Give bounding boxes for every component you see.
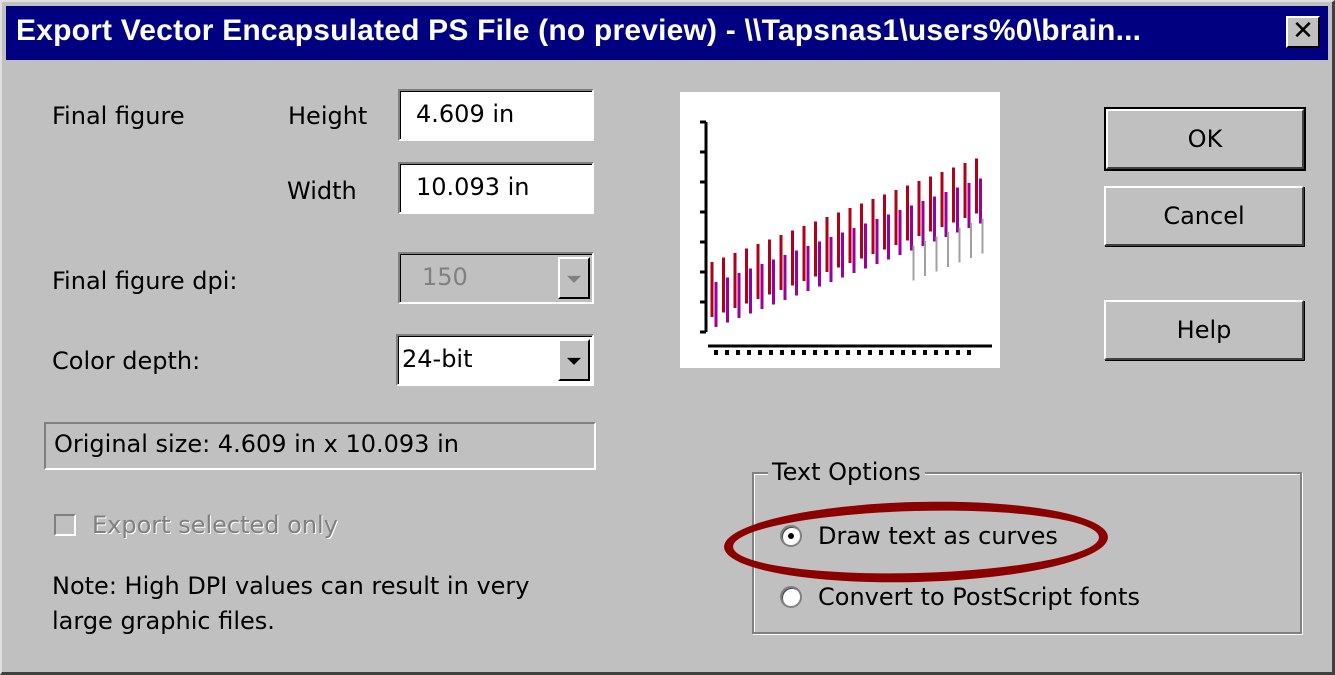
preview-chart: [700, 120, 992, 355]
dpi-label: Final figure dpi:: [52, 267, 238, 295]
text-options-title: Text Options: [768, 458, 925, 486]
final-figure-label: Final figure: [52, 102, 185, 130]
preview-x-tick: [780, 350, 784, 355]
preview-x-tick: [879, 350, 883, 355]
preview-x-tick: [736, 350, 740, 355]
preview-x-tick: [912, 350, 916, 355]
preview-x-tick: [714, 350, 718, 355]
ok-button[interactable]: OK: [1104, 107, 1306, 171]
preview-x-tick: [747, 350, 751, 355]
help-button[interactable]: Help: [1104, 300, 1304, 360]
export-eps-dialog: Export Vector Encapsulated PS File (no p…: [0, 0, 1335, 675]
preview-x-tick: [934, 350, 938, 355]
preview-x-tick: [890, 350, 894, 355]
color-depth-label: Color depth:: [52, 347, 201, 375]
width-input[interactable]: 10.093 in: [398, 162, 594, 214]
preview-x-tick: [824, 350, 828, 355]
title-bar[interactable]: Export Vector Encapsulated PS File (no p…: [6, 6, 1328, 60]
preview-x-tick: [835, 350, 839, 355]
dropdown-arrow-icon: [567, 275, 581, 283]
original-size-display: Original size: 4.609 in x 10.093 in: [44, 422, 596, 470]
cancel-button[interactable]: Cancel: [1104, 186, 1304, 246]
dropdown-arrow-icon: [567, 357, 581, 365]
preview-x-tick: [868, 350, 872, 355]
preview-x-tick: [967, 350, 971, 355]
color-depth-dropdown-button[interactable]: [558, 339, 590, 381]
window-title: Export Vector Encapsulated PS File (no p…: [16, 14, 1142, 47]
height-label: Height: [288, 102, 367, 130]
note-line-2: large graphic files.: [52, 607, 275, 635]
dpi-dropdown-button[interactable]: [558, 257, 590, 299]
export-selected-checkbox[interactable]: [54, 514, 76, 536]
figure-preview: [680, 92, 1000, 368]
close-button[interactable]: ✕: [1286, 16, 1320, 48]
preview-x-tick: [857, 350, 861, 355]
convert-postscript-fonts-label[interactable]: Convert to PostScript fonts: [818, 583, 1140, 611]
preview-x-tick: [802, 350, 806, 355]
close-icon: ✕: [1292, 16, 1314, 46]
preview-x-tick: [901, 350, 905, 355]
preview-x-tick: [923, 350, 927, 355]
preview-x-tick: [945, 350, 949, 355]
convert-postscript-fonts-radio[interactable]: [780, 586, 802, 608]
preview-x-tick: [725, 350, 729, 355]
width-label: Width: [287, 177, 357, 205]
preview-x-tick: [791, 350, 795, 355]
note-line-1: Note: High DPI values can result in very: [52, 572, 530, 600]
height-label-text: Height: [288, 102, 368, 130]
preview-x-tick: [769, 350, 773, 355]
preview-x-tick: [956, 350, 960, 355]
preview-x-tick: [846, 350, 850, 355]
export-selected-label: Export selected only: [92, 511, 338, 539]
height-input[interactable]: 4.609 in: [398, 89, 594, 141]
preview-x-tick: [758, 350, 762, 355]
preview-x-tick: [813, 350, 817, 355]
